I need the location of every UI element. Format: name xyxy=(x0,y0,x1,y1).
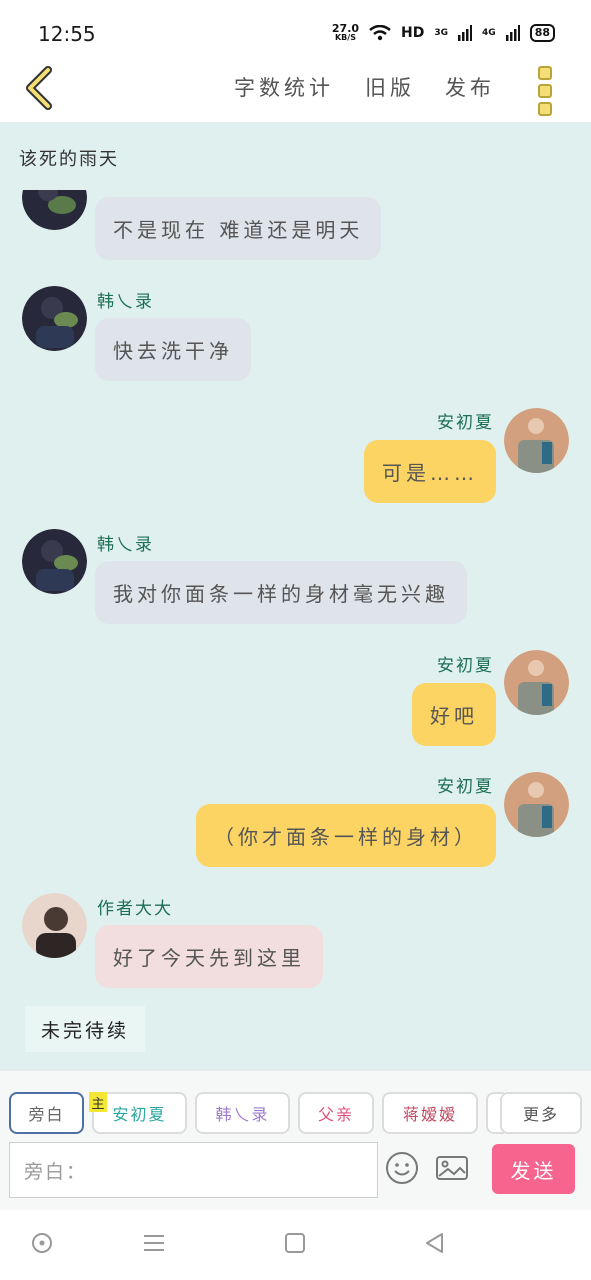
wifi-icon xyxy=(369,25,391,41)
more-characters-button[interactable]: 更多 xyxy=(500,1092,582,1134)
emoji-icon[interactable] xyxy=(384,1150,420,1186)
chapter-title-overlay: 该死的雨天 xyxy=(19,149,119,170)
word-count-link[interactable]: 字数统计 xyxy=(234,72,334,102)
hd-indicator: HD xyxy=(401,25,425,41)
message-input-placeholder: 旁白： xyxy=(24,1160,88,1183)
speaker-name: 安初夏 xyxy=(437,413,494,433)
avatar-han[interactable] xyxy=(22,529,87,594)
network-speed-value: 27.0 xyxy=(331,22,360,35)
back-triangle-icon[interactable] xyxy=(422,1230,448,1256)
speaker-name: 韩乀录 xyxy=(97,535,154,555)
message-bubble: 好了今天先到这里 xyxy=(95,925,323,988)
send-button[interactable]: 发送 xyxy=(492,1144,575,1194)
publish-link[interactable]: 发布 xyxy=(445,72,495,102)
signal-icon-2 xyxy=(505,25,520,41)
image-icon[interactable] xyxy=(434,1150,470,1186)
back-arrow-icon[interactable] xyxy=(18,64,62,112)
status-icons: 27.0 KB/S HD 3G 4G 88 xyxy=(331,22,555,42)
avatar-han[interactable] xyxy=(22,286,87,351)
message-bubble: 可是…… xyxy=(364,440,496,503)
more-menu-icon[interactable] xyxy=(532,64,558,116)
avatar-an[interactable] xyxy=(504,772,569,837)
message-bubble: 快去洗干净 xyxy=(95,318,251,381)
host-tag: 主 xyxy=(89,1092,107,1112)
avatar-an[interactable] xyxy=(504,408,569,473)
sim2-label: 4G xyxy=(482,28,496,38)
message-bubble: 好吧 xyxy=(412,683,496,746)
sim1-label: 3G xyxy=(434,28,449,38)
character-narration[interactable]: 旁白 xyxy=(9,1092,84,1134)
avatar-an[interactable] xyxy=(504,650,569,715)
speaker-name: 韩乀录 xyxy=(97,292,154,312)
character-father[interactable]: 父亲 xyxy=(298,1092,374,1134)
message-bubble: （你才面条一样的身材） xyxy=(196,804,496,867)
speaker-name: 安初夏 xyxy=(437,777,494,797)
message-input[interactable]: 旁白： xyxy=(9,1142,378,1198)
assistant-icon[interactable] xyxy=(29,1230,55,1256)
to-be-continued-label: 未完待续 xyxy=(25,1006,145,1052)
status-time: 12:55 xyxy=(38,22,96,46)
speaker-name: 安初夏 xyxy=(437,656,494,676)
speaker-name: 作者大大 xyxy=(97,899,173,919)
network-speed-unit: KB/S xyxy=(334,33,356,42)
character-han[interactable]: 韩乀录 xyxy=(195,1092,290,1134)
message-bubble: 我对你面条一样的身材毫无兴趣 xyxy=(95,561,467,624)
menu-icon[interactable] xyxy=(141,1230,167,1256)
signal-icon-1 xyxy=(458,25,473,41)
battery-icon: 88 xyxy=(529,24,555,42)
message-bubble: 不是现在 难道还是明天 xyxy=(95,197,382,260)
old-version-link[interactable]: 旧版 xyxy=(365,72,415,102)
avatar-author[interactable] xyxy=(22,893,87,958)
home-icon[interactable] xyxy=(282,1230,308,1256)
network-speed: 27.0 KB/S xyxy=(331,22,360,42)
character-jiang[interactable]: 蒋嫒嫒 xyxy=(382,1092,478,1134)
